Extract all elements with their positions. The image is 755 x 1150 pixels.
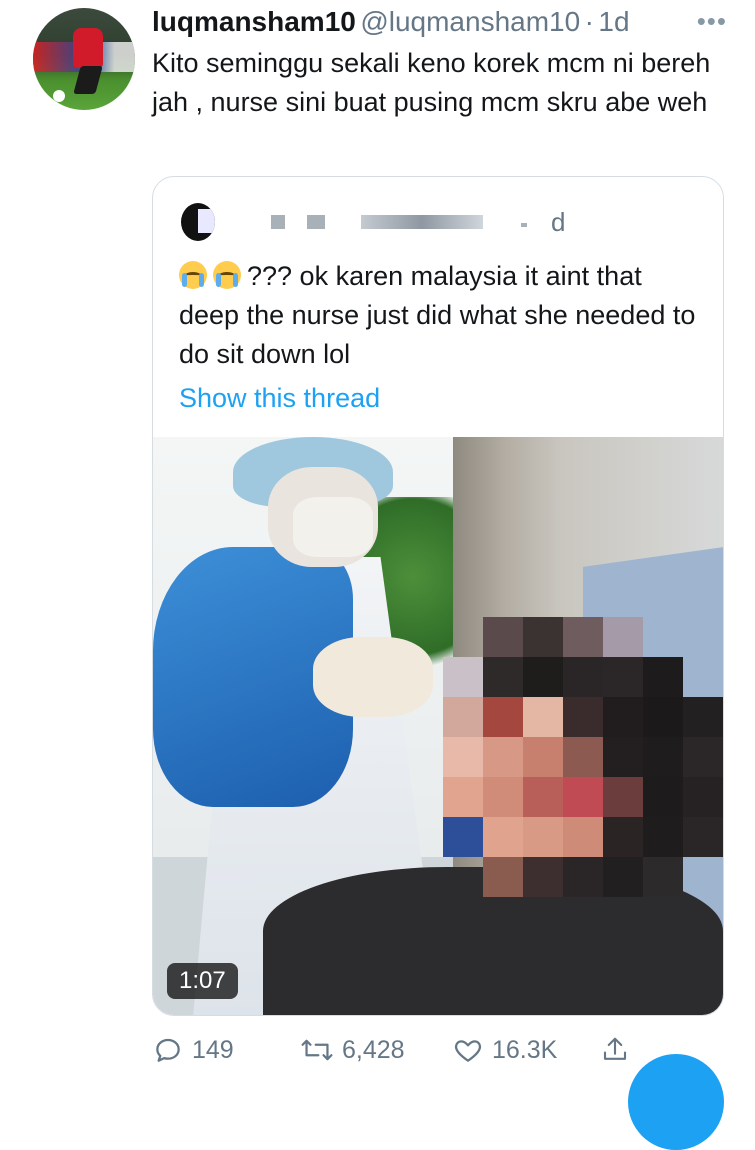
author-avatar[interactable] <box>33 8 135 110</box>
video-duration-badge: 1:07 <box>167 963 238 999</box>
reply-icon <box>156 1038 180 1062</box>
heart-icon <box>454 1040 482 1062</box>
quoted-text-body: ??? ok karen malaysia it aint that deep … <box>179 261 696 369</box>
like-button[interactable]: 16.3K <box>452 1030 557 1070</box>
compose-tweet-button[interactable] <box>628 1054 724 1150</box>
nurse-glove <box>313 637 433 717</box>
nurse-mask <box>293 497 373 557</box>
retweet-icon <box>301 1039 333 1061</box>
quoted-tweet-card[interactable]: d ??? ok karen malaysia it aint that dee… <box>152 176 724 1016</box>
loudly-crying-face-icon <box>179 261 207 289</box>
display-name[interactable]: luqmansham10 <box>152 6 356 37</box>
redacted-name-block <box>307 215 325 229</box>
redacted-name-block <box>271 215 285 229</box>
separator-dot: · <box>584 6 594 37</box>
quoted-tweet-age[interactable]: d <box>551 207 565 238</box>
loudly-crying-face-icon <box>213 261 241 289</box>
redacted-dot <box>521 223 527 227</box>
tweet-action-bar: 149 6,428 16.3K <box>152 1030 632 1070</box>
quoted-tweet-text: ??? ok karen malaysia it aint that deep … <box>179 257 709 374</box>
avatar-ball <box>53 90 65 102</box>
retweet-button[interactable]: 6,428 <box>300 1030 405 1070</box>
retweet-count: 6,428 <box>342 1035 405 1064</box>
tweet-text: Kito seminggu sekali keno korek mcm ni b… <box>152 48 711 117</box>
quoted-author-avatar[interactable] <box>181 203 215 241</box>
ellipsis-icon[interactable]: ••• <box>697 6 727 37</box>
reply-count: 149 <box>192 1035 234 1064</box>
tweet-header: luqmansham10 @luqmansham10 · 1d ••• <box>152 6 727 42</box>
avatar-player <box>73 28 103 68</box>
share-icon <box>603 1037 627 1060</box>
reply-button[interactable]: 149 <box>152 1030 234 1070</box>
redacted-handle-block <box>361 215 483 229</box>
show-thread-link[interactable]: Show this thread <box>179 383 380 414</box>
like-count: 16.3K <box>492 1035 558 1064</box>
pixelated-face <box>443 617 723 907</box>
tweet-age[interactable]: 1d <box>598 6 629 37</box>
handle[interactable]: @luqmansham10 <box>360 6 580 37</box>
share-button[interactable] <box>600 1030 630 1070</box>
video-thumbnail[interactable]: 1:07 <box>153 437 723 1015</box>
